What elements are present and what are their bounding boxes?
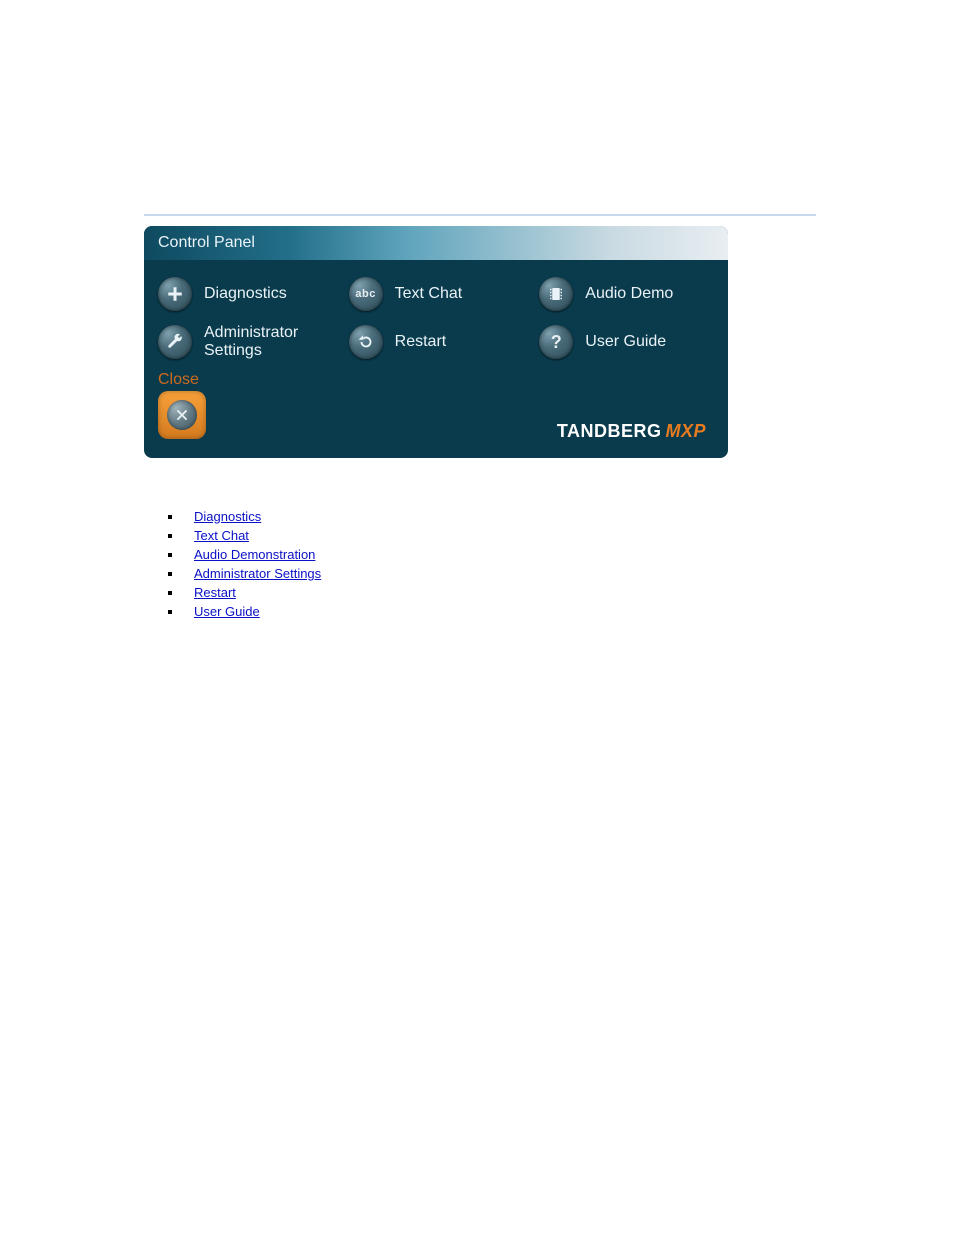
- panel-grid: Diagnostics abc Text Chat Audio Demo: [144, 260, 728, 371]
- admin-settings-button[interactable]: Administrator Settings: [150, 318, 341, 367]
- text-chat-label: Text Chat: [395, 285, 463, 303]
- plus-icon: [158, 277, 192, 311]
- brand-logo: TANDBERGMXP: [557, 421, 706, 442]
- restart-link[interactable]: Restart: [194, 585, 236, 600]
- question-icon: ?: [539, 325, 573, 359]
- text-chat-link[interactable]: Text Chat: [194, 528, 249, 543]
- user-guide-button[interactable]: ? User Guide: [531, 318, 722, 367]
- link-list: Diagnostics Text Chat Audio Demonstratio…: [168, 508, 321, 622]
- list-item: Audio Demonstration: [168, 546, 321, 564]
- list-item: Diagnostics: [168, 508, 321, 526]
- audio-demo-label: Audio Demo: [585, 285, 673, 303]
- brand-suffix: MXP: [665, 421, 706, 441]
- list-item: User Guide: [168, 603, 321, 621]
- close-label: Close: [158, 371, 728, 389]
- brand-name: TANDBERG: [557, 421, 662, 441]
- diagnostics-button[interactable]: Diagnostics: [150, 270, 341, 318]
- audio-demo-button[interactable]: Audio Demo: [531, 270, 722, 318]
- restart-icon: [349, 325, 383, 359]
- wrench-icon: [158, 325, 192, 359]
- audio-demo-link[interactable]: Audio Demonstration: [194, 547, 315, 562]
- close-icon: [167, 400, 197, 430]
- section-rule: [144, 214, 816, 216]
- diagnostics-link[interactable]: Diagnostics: [194, 509, 261, 524]
- film-icon: [539, 277, 573, 311]
- text-chat-button[interactable]: abc Text Chat: [341, 270, 532, 318]
- list-item: Text Chat: [168, 527, 321, 545]
- close-button[interactable]: [158, 391, 206, 439]
- restart-label: Restart: [395, 333, 447, 351]
- admin-settings-label: Administrator Settings: [204, 324, 333, 361]
- restart-button[interactable]: Restart: [341, 318, 532, 367]
- diagnostics-label: Diagnostics: [204, 285, 287, 303]
- abc-icon: abc: [349, 277, 383, 311]
- list-item: Administrator Settings: [168, 565, 321, 583]
- admin-settings-link[interactable]: Administrator Settings: [194, 566, 321, 581]
- user-guide-link[interactable]: User Guide: [194, 604, 260, 619]
- document-page: Control Panel Diagnostics abc Text Chat: [0, 0, 954, 1235]
- list-item: Restart: [168, 584, 321, 602]
- control-panel: Control Panel Diagnostics abc Text Chat: [144, 226, 728, 458]
- user-guide-label: User Guide: [585, 333, 666, 351]
- panel-title: Control Panel: [144, 226, 728, 260]
